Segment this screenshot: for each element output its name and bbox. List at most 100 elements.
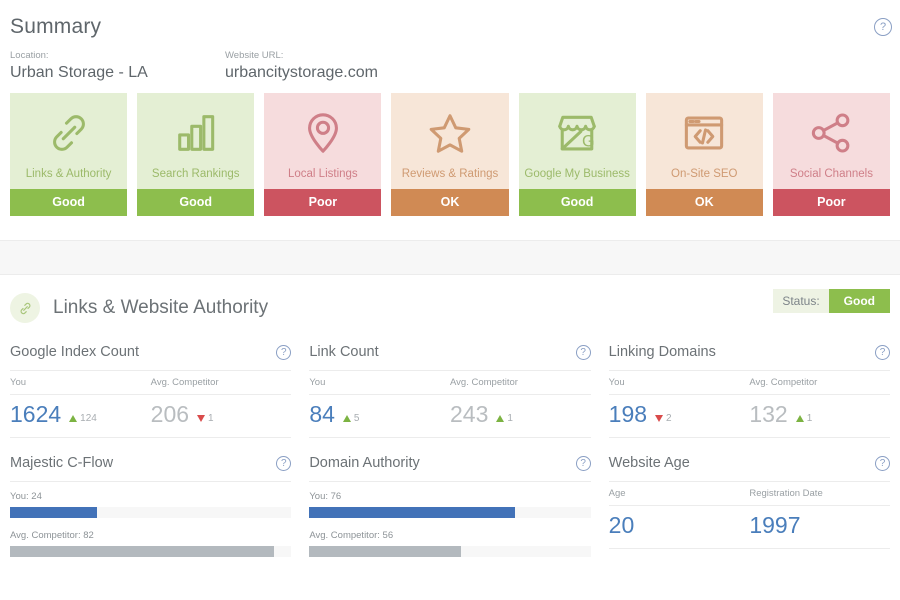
help-icon[interactable]: ? [874, 455, 890, 471]
you-value: 198 [608, 401, 648, 427]
section-divider-band [0, 240, 900, 275]
arrow-down-icon [197, 415, 206, 422]
help-icon[interactable]: ? [575, 344, 591, 360]
competitor-delta-value: 1 [806, 413, 813, 424]
metric-link-count: Link Count ? You 84 5 Avg. Competitor 24… [309, 327, 591, 438]
competitor-bar-track [10, 546, 292, 557]
you-delta-value: 5 [353, 413, 360, 424]
you-delta: 124 [69, 413, 97, 424]
competitor-delta: 1 [496, 413, 513, 424]
you-delta-value: 124 [80, 413, 97, 424]
metric-title: Majestic C-Flow [10, 455, 114, 471]
metrics-grid: Google Index Count ? You 1624 124 Avg. C… [0, 327, 900, 557]
you-bar-group: You: 76 [309, 482, 591, 518]
metric-header: Link Count ? [309, 343, 591, 371]
you-bar-fill [309, 507, 515, 518]
age-value: 20 [608, 512, 635, 538]
you-label: You [309, 371, 450, 395]
status-badge-label: Status: [773, 289, 829, 313]
website-url-label: Website URL: [225, 50, 284, 61]
summary-card[interactable]: Local Listings Poor [264, 93, 382, 216]
chain-link-icon [46, 107, 92, 159]
registration-date-value: 1997 [749, 512, 801, 538]
competitor-value: 243 [450, 401, 489, 427]
help-icon[interactable]: ? [575, 455, 591, 471]
metric-header: Linking Domains ? [608, 343, 890, 371]
code-window-icon [681, 107, 727, 159]
bar-chart-icon [173, 107, 219, 159]
summary-card[interactable]: Search Rankings Good [137, 93, 255, 216]
metric-values: You 198 2 Avg. Competitor 132 1 [608, 371, 890, 438]
summary-card-body: G Google My Business [518, 93, 636, 189]
svg-text:G: G [582, 132, 595, 150]
status-badge-value: Good [828, 289, 890, 313]
help-icon[interactable]: ? [276, 455, 292, 471]
you-bar-label: You: 76 [309, 491, 342, 502]
summary-card[interactable]: On-Site SEO OK [645, 93, 763, 216]
summary-card-status: OK [645, 189, 763, 216]
summary-card[interactable]: Reviews & Ratings OK [391, 93, 509, 216]
summary-card-status: Poor [264, 189, 382, 216]
competitor-delta-value: 1 [208, 413, 214, 424]
summary-card-label: Local Listings [288, 168, 358, 180]
competitor-value: 132 [749, 401, 788, 427]
question-mark-icon: ? [575, 344, 591, 360]
metric-domain-authority: Domain Authority ? You: 76 Avg. Competit… [309, 438, 591, 557]
status-cards: Links & Authority Good Search Rankings G… [0, 83, 900, 216]
summary-card[interactable]: Social Channels Poor [772, 93, 890, 216]
competitor-bar-track [309, 546, 591, 557]
help-icon[interactable]: ? [276, 344, 292, 360]
star-icon [427, 107, 473, 159]
competitor-bar-fill [10, 546, 275, 557]
you-value: 1624 [10, 401, 62, 427]
you-delta: 2 [655, 413, 672, 424]
metric-values: You 1624 124 Avg. Competitor 206 1 [10, 371, 292, 438]
metric-title: Google Index Count [10, 344, 139, 360]
summary-card-label: On-Site SEO [671, 168, 738, 180]
question-mark-icon: ? [276, 455, 292, 471]
you-label: You [608, 371, 750, 395]
help-icon[interactable]: ? [874, 18, 892, 36]
summary-card-status: Poor [772, 189, 890, 216]
summary-card-label: Google My Business [524, 168, 630, 180]
registration-date-label: Registration Date [749, 482, 890, 506]
competitor-value-row: 132 1 [749, 395, 890, 438]
question-mark-icon: ? [874, 18, 892, 36]
summary-card-status: OK [391, 189, 509, 216]
metrics-row-1: Google Index Count ? You 1624 124 Avg. C… [10, 327, 890, 438]
you-column: You 1624 124 [10, 371, 151, 438]
age-label: Age [608, 482, 750, 506]
metric-google-index-count: Google Index Count ? You 1624 124 Avg. C… [10, 327, 292, 438]
summary-header: Summary ? Location: Urban Storage - LA W… [0, 0, 900, 83]
you-bar-label: You: 24 [10, 491, 42, 502]
summary-card-body: Local Listings [264, 93, 382, 189]
you-delta: 5 [342, 413, 360, 424]
competitor-delta: 1 [197, 413, 214, 424]
competitor-delta-value: 1 [507, 413, 513, 424]
you-bar-track [309, 507, 591, 518]
metric-title: Link Count [309, 344, 379, 360]
summary-card-label: Social Channels [789, 168, 873, 180]
section-title: Links & Website Authority [53, 297, 269, 318]
storefront-icon: G [554, 107, 600, 159]
competitor-label: Avg. Competitor [450, 371, 591, 395]
summary-card-body: Search Rankings [137, 93, 255, 189]
arrow-up-icon [69, 415, 78, 422]
summary-card-label: Search Rankings [151, 168, 240, 180]
you-bar-group: You: 24 [10, 482, 292, 518]
summary-card-status: Good [10, 189, 128, 216]
you-column: You 84 5 [309, 371, 450, 438]
summary-card[interactable]: Links & Authority Good [10, 93, 128, 216]
metric-header: Majestic C-Flow ? [10, 454, 292, 482]
summary-card-body: Reviews & Ratings [391, 93, 509, 189]
question-mark-icon: ? [874, 455, 890, 471]
registration-date-value-row: 1997 [749, 506, 890, 549]
competitor-value-row: 206 1 [150, 395, 292, 438]
metric-header: Google Index Count ? [10, 343, 292, 371]
summary-card[interactable]: G Google My Business Good [518, 93, 636, 216]
summary-card-body: Links & Authority [10, 93, 128, 189]
metric-header: Domain Authority ? [309, 454, 591, 482]
you-label: You [10, 371, 151, 395]
metric-majestic-cflow: Majestic C-Flow ? You: 24 Avg. Competito… [10, 438, 292, 557]
help-icon[interactable]: ? [874, 344, 890, 360]
